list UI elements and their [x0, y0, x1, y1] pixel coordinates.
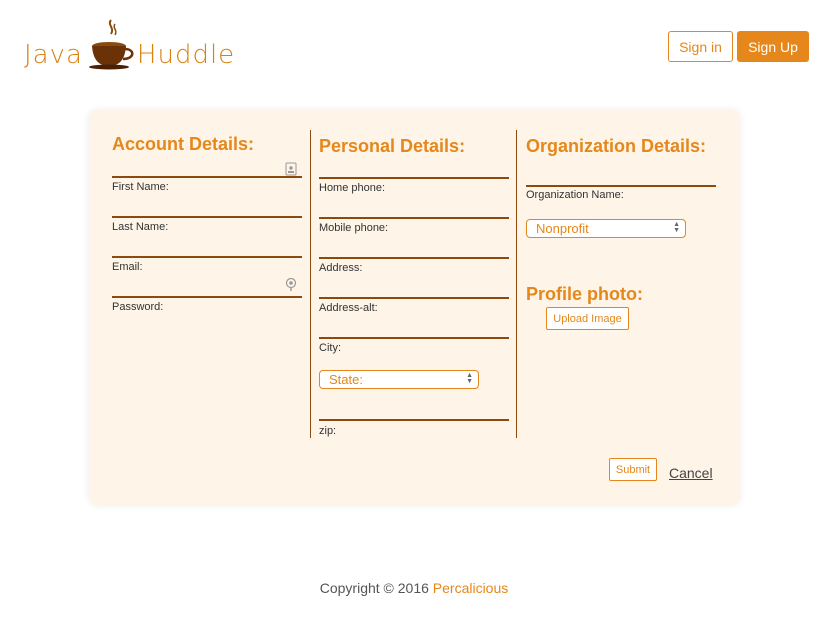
address-alt-field[interactable]: Address-alt: — [319, 299, 509, 339]
state-select-value: State: — [329, 372, 363, 387]
home-phone-label: Home phone: — [319, 182, 386, 194]
logo-text-java: Java — [24, 40, 83, 70]
logo-text-huddle: Huddle — [136, 40, 236, 70]
mobile-phone-field[interactable]: Mobile phone: — [319, 219, 509, 259]
sign-in-button[interactable]: Sign in — [668, 31, 733, 62]
account-top-field[interactable] — [112, 153, 302, 178]
sign-up-button[interactable]: Sign Up — [737, 31, 809, 62]
column-divider — [310, 130, 311, 438]
address-field[interactable]: Address: — [319, 259, 509, 299]
account-details-title: Account Details: — [112, 134, 255, 154]
last-name-label: Last Name: — [112, 221, 169, 233]
footer: Copyright © 2016 Percalicious — [0, 580, 828, 596]
password-field[interactable]: Password: — [112, 298, 302, 322]
org-type-select[interactable]: Nonprofit ▲ ▼ — [526, 219, 686, 238]
contact-card-icon — [285, 162, 297, 176]
copyright-text: Copyright © 2016 — [319, 580, 429, 596]
upload-image-button[interactable]: Upload Image — [546, 307, 629, 330]
org-name-field: Organization Name: — [526, 187, 716, 207]
zip-field[interactable]: zip: — [319, 421, 509, 439]
zip-label: zip: — [319, 425, 337, 437]
personal-top-field[interactable] — [319, 155, 509, 179]
cancel-link[interactable]: Cancel — [669, 465, 713, 481]
last-name-field[interactable]: Last Name: — [112, 218, 302, 258]
logo[interactable]: Java Huddle — [24, 16, 235, 72]
personal-details-title: Personal Details: — [319, 136, 466, 156]
home-phone-field[interactable]: Home phone: — [319, 179, 509, 219]
mobile-phone-label: Mobile phone: — [319, 222, 389, 234]
first-name-field[interactable]: First Name: — [112, 178, 302, 218]
org-name-label: Organization Name: — [526, 189, 624, 201]
org-type-select-value: Nonprofit — [536, 221, 589, 236]
address-label: Address: — [319, 262, 363, 274]
password-label: Password: — [112, 301, 164, 313]
personal-details-section: Personal Details: Home phone: Mobile pho… — [319, 130, 509, 439]
coffee-cup-icon — [88, 19, 134, 70]
email-field[interactable]: Email: — [112, 258, 302, 298]
organization-details-section: Organization Details: Organization Name: — [526, 130, 716, 207]
account-details-section: Account Details: First Name: Last Name: … — [112, 130, 302, 322]
footer-brand-link[interactable]: Percalicious — [433, 580, 508, 596]
key-icon — [285, 278, 297, 291]
submit-button[interactable]: Submit — [609, 458, 657, 481]
column-divider — [516, 130, 517, 438]
address-alt-label: Address-alt: — [319, 302, 378, 314]
registration-form: Account Details: First Name: Last Name: … — [89, 110, 740, 505]
organization-details-title: Organization Details: — [526, 136, 707, 156]
select-arrows-icon: ▲ ▼ — [673, 221, 680, 234]
select-arrows-icon: ▲ ▼ — [466, 372, 473, 385]
profile-photo-title: Profile photo: — [526, 284, 643, 304]
city-label: City: — [319, 342, 341, 354]
org-top-field[interactable] — [526, 155, 716, 187]
first-name-label: First Name: — [112, 181, 169, 193]
state-select[interactable]: State: ▲ ▼ — [319, 370, 479, 389]
email-label: Email: — [112, 261, 143, 273]
city-field[interactable]: City: State: ▲ ▼ — [319, 339, 509, 421]
